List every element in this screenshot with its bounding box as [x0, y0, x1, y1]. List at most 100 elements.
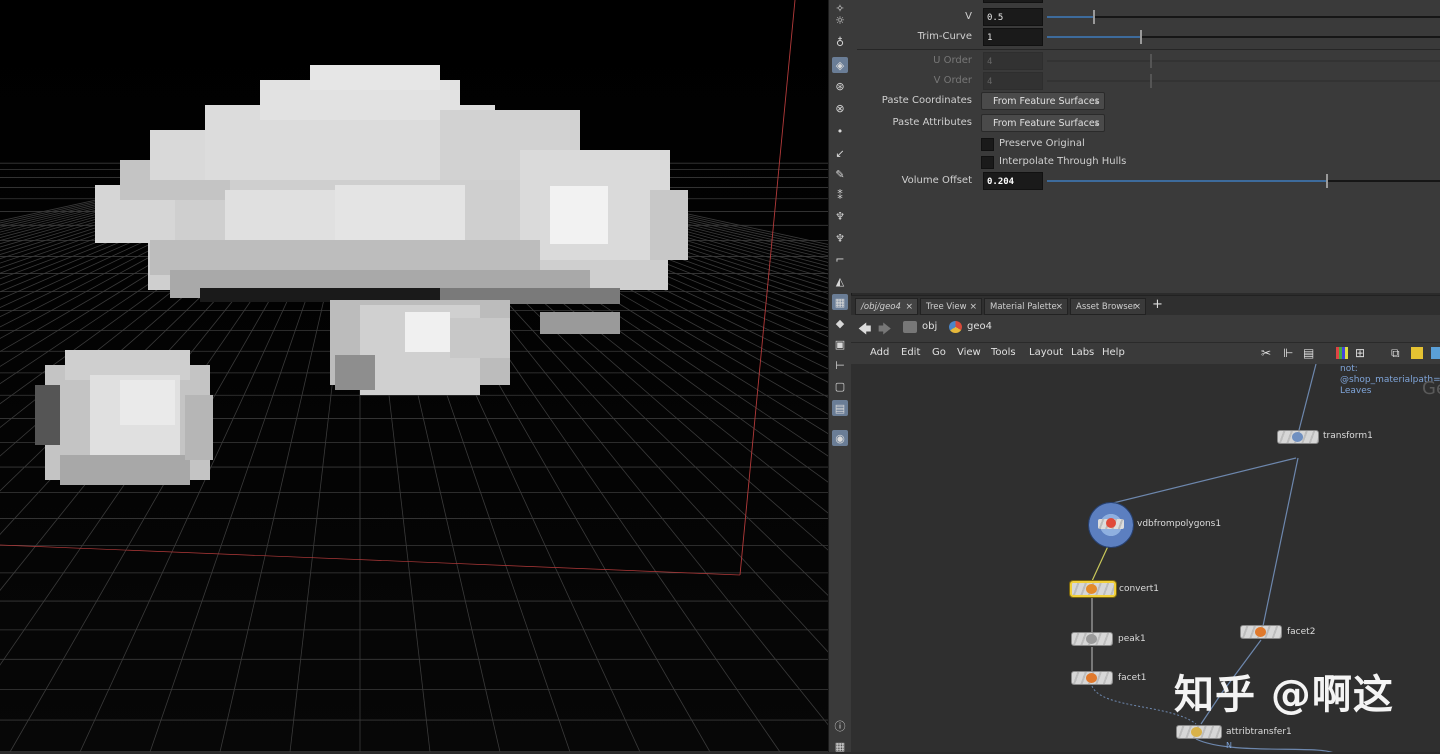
v-field[interactable]: 0.5: [983, 8, 1043, 26]
window-icon[interactable]: ⧉: [1391, 346, 1400, 361]
scene-viewport[interactable]: [0, 0, 828, 752]
interpolate-through-hulls-label: Interpolate Through Hulls: [999, 156, 1127, 167]
grid-icon[interactable]: ⊞: [1355, 346, 1365, 360]
close-icon[interactable]: ×: [905, 299, 913, 316]
path-obj[interactable]: obj: [922, 321, 937, 332]
palette-icon[interactable]: [1336, 347, 1348, 359]
node-label: transform1: [1323, 431, 1373, 441]
trim-curve-slider[interactable]: [1047, 30, 1440, 44]
camera-light-icon[interactable]: ♁: [832, 34, 848, 50]
wrench-icon[interactable]: ✂: [1261, 346, 1271, 360]
node-label: peak1: [1118, 634, 1146, 644]
frame-icon[interactable]: ▣: [832, 336, 848, 352]
tab-tree-view[interactable]: Tree View ×: [920, 298, 982, 315]
paint-icon[interactable]: ♆: [832, 208, 848, 224]
tab-material-palette[interactable]: Material Palette ×: [984, 298, 1068, 315]
node-vdbfrompolygons1[interactable]: [1088, 502, 1134, 548]
close-icon[interactable]: ×: [1133, 299, 1141, 316]
display-icon[interactable]: ▢: [832, 378, 848, 394]
node-peak1[interactable]: [1071, 632, 1113, 646]
handle-icon[interactable]: ⊗: [832, 100, 848, 116]
node-label: facet1: [1118, 673, 1147, 683]
trim-curve-slider-knob[interactable]: [1140, 30, 1142, 44]
menu-labs[interactable]: Labs: [1071, 347, 1094, 358]
tab-asset-browser[interactable]: Asset Browser ×: [1070, 298, 1146, 315]
volume-offset-field[interactable]: 0.204: [983, 172, 1043, 190]
add-tab-button[interactable]: +: [1152, 297, 1163, 312]
paint2-icon[interactable]: ♆: [832, 230, 848, 246]
param-label-trim-curve: Trim-Curve: [917, 31, 972, 42]
point-icon[interactable]: •: [832, 123, 848, 139]
volume-offset-slider-fill: [1047, 180, 1326, 182]
paste-coordinates-menu[interactable]: From Feature Surfaces ⬍: [981, 92, 1105, 110]
param-row-top: [851, 0, 1440, 4]
param-row-interpolate: Interpolate Through Hulls: [851, 153, 1440, 173]
v-slider-knob[interactable]: [1093, 10, 1095, 24]
v-slider[interactable]: [1047, 10, 1440, 24]
tree-icon[interactable]: ⊩: [1283, 346, 1293, 360]
view-icon[interactable]: ⊛: [832, 78, 848, 94]
menu-go[interactable]: Go: [932, 347, 946, 358]
u-order-field: 4: [983, 52, 1043, 70]
facet-icon: [1255, 627, 1266, 637]
interpolate-through-hulls-checkbox[interactable]: [981, 156, 994, 169]
trim-curve-slider-fill: [1047, 36, 1140, 38]
preserve-original-checkbox[interactable]: [981, 138, 994, 151]
v-slider-fill: [1047, 16, 1093, 18]
menu-help[interactable]: Help: [1102, 347, 1125, 358]
node-facet1[interactable]: [1071, 671, 1113, 685]
volume-offset-slider-knob[interactable]: [1326, 174, 1328, 188]
paste-attributes-menu[interactable]: From Feature Surfaces ⬍: [981, 114, 1105, 132]
param-label-v-order: V Order: [933, 75, 972, 86]
snap-icon[interactable]: ◆: [832, 315, 848, 331]
forward-arrow-icon[interactable]: 🡆: [878, 320, 891, 342]
tab-label: Material Palette: [990, 302, 1057, 312]
divider: [857, 49, 1440, 50]
geo-icon: [949, 321, 962, 333]
param-label-u-order: U Order: [933, 55, 972, 66]
angle-icon[interactable]: ⌐: [832, 251, 848, 267]
list-icon[interactable]: ▤: [1303, 346, 1314, 360]
tab-obj-geo4[interactable]: /obj/geo4 ×: [855, 298, 918, 315]
tab-label: Asset Browser: [1076, 302, 1137, 312]
node-attribtransfer1[interactable]: [1176, 725, 1222, 739]
field-top[interactable]: [983, 0, 1043, 3]
v-order-slider: [1047, 74, 1440, 88]
paste-coordinates-value: From Feature Surfaces: [993, 96, 1100, 107]
align-icon[interactable]: ⊢: [832, 357, 848, 373]
transform-icon: [1292, 432, 1303, 442]
back-arrow-icon[interactable]: 🡄: [858, 320, 871, 342]
param-label-paste-coordinates: Paste Coordinates: [881, 95, 972, 106]
node-facet2[interactable]: [1240, 625, 1282, 639]
close-icon[interactable]: ×: [1055, 299, 1063, 316]
obj-network-icon: [903, 321, 917, 333]
menu-add[interactable]: Add: [870, 347, 889, 358]
menu-view[interactable]: View: [957, 347, 981, 358]
pin-icon[interactable]: ◉: [832, 430, 848, 446]
node-label: vdbfrompolygons1: [1137, 519, 1222, 529]
spin-arrows-icon: ⬍: [1093, 97, 1100, 106]
image-icon[interactable]: [1431, 347, 1440, 359]
volume-offset-slider[interactable]: [1047, 174, 1440, 188]
pen-icon[interactable]: ✎: [832, 166, 848, 182]
node-transform1[interactable]: [1277, 430, 1319, 444]
watermark: 知乎 @啊这: [1174, 672, 1394, 718]
close-icon[interactable]: ×: [969, 299, 977, 316]
param-row-volume-offset: Volume Offset 0.204: [851, 172, 1440, 192]
measure-icon[interactable]: ⁑: [832, 187, 848, 203]
bulb-icon[interactable]: ☼: [832, 12, 848, 28]
trim-curve-field[interactable]: 1: [983, 28, 1043, 46]
select-icon[interactable]: ◈: [832, 57, 848, 73]
sticky-note-icon[interactable]: [1411, 347, 1423, 359]
menu-tools[interactable]: Tools: [991, 347, 1016, 358]
wire-label: N: [1226, 741, 1232, 750]
brush-icon[interactable]: ↙: [832, 145, 848, 161]
menu-edit[interactable]: Edit: [901, 347, 920, 358]
ramp-icon[interactable]: ◭: [832, 273, 848, 289]
info-icon[interactable]: ⓘ: [832, 718, 848, 734]
node-convert1[interactable]: [1070, 581, 1116, 597]
background-icon[interactable]: ▤: [832, 400, 848, 416]
menu-layout[interactable]: Layout: [1029, 347, 1063, 358]
grid-tool-icon[interactable]: ▦: [832, 294, 848, 310]
path-geo4[interactable]: geo4: [967, 321, 992, 332]
